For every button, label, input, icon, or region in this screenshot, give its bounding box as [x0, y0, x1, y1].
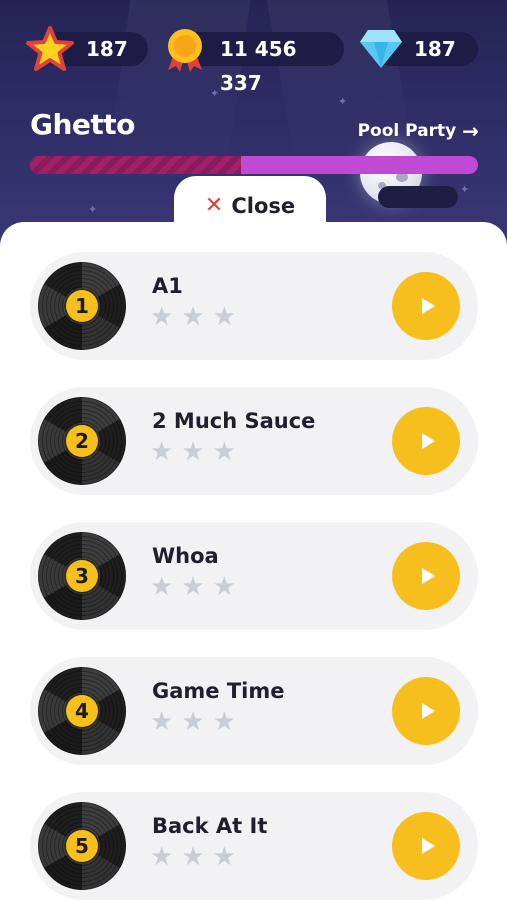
play-button[interactable] [392, 272, 460, 340]
rating-star-icon: ★ [181, 707, 205, 737]
play-icon [421, 568, 435, 584]
rating-star-icon: ★ [150, 437, 174, 467]
play-button[interactable] [392, 677, 460, 745]
rating-star-icon: ★ [150, 707, 174, 737]
next-level-link[interactable]: Pool Party → [358, 121, 479, 141]
play-icon [421, 298, 435, 314]
sky-star-icon: ✦ [460, 183, 470, 196]
song-rating: ★ ★ ★ [150, 439, 236, 465]
rating-star-icon: ★ [150, 302, 174, 332]
song-title: 2 Much Sauce [152, 409, 316, 433]
song-rating: ★ ★ ★ [150, 844, 236, 870]
rating-star-icon: ★ [181, 302, 205, 332]
song-rating: ★ ★ ★ [150, 574, 236, 600]
play-icon [421, 838, 435, 854]
level-screen: ✦ ✦ ✦ ✦ 187 11 456 337 187 Ghetto Pool P… [0, 0, 507, 900]
song-rating: ★ ★ ★ [150, 304, 236, 330]
song-number: 4 [64, 693, 100, 729]
coins-count: 11 456 337 [220, 37, 297, 95]
play-icon [421, 703, 435, 719]
song-number: 3 [64, 558, 100, 594]
star-icon [26, 26, 74, 71]
song-rating: ★ ★ ★ [150, 709, 236, 735]
song-number: 1 [64, 288, 100, 324]
medal-icon [168, 29, 202, 72]
level-progress-bar [30, 156, 478, 174]
rating-star-icon: ★ [212, 437, 236, 467]
song-title: Back At It [152, 814, 268, 838]
vinyl-disc-icon: 5 [38, 802, 126, 890]
song-row[interactable]: 3 Whoa ★ ★ ★ [30, 522, 478, 630]
vinyl-disc-icon: 3 [38, 532, 126, 620]
song-row[interactable]: 4 Game Time ★ ★ ★ [30, 657, 478, 765]
close-icon: ✕ [204, 193, 224, 218]
song-row[interactable]: 1 A1 ★ ★ ★ [30, 252, 478, 360]
song-row[interactable]: 5 Back At It ★ ★ ★ [30, 792, 478, 900]
play-button[interactable] [392, 542, 460, 610]
next-level-label: Pool Party [357, 121, 457, 141]
rating-star-icon: ★ [212, 572, 236, 602]
rating-star-icon: ★ [181, 572, 205, 602]
vinyl-disc-icon: 4 [38, 667, 126, 755]
play-icon [421, 433, 435, 449]
rating-star-icon: ★ [181, 437, 205, 467]
close-button[interactable]: ✕ Close [174, 186, 326, 226]
song-title: Game Time [152, 679, 285, 703]
sky-star-icon: ✦ [210, 87, 220, 100]
vinyl-disc-icon: 1 [38, 262, 126, 350]
level-progress-fill [30, 156, 241, 174]
song-number: 5 [64, 828, 100, 864]
rating-star-icon: ★ [181, 842, 205, 872]
play-button[interactable] [392, 407, 460, 475]
sky-star-icon: ✦ [88, 203, 98, 216]
rating-star-icon: ★ [150, 842, 174, 872]
song-title: Whoa [152, 544, 219, 568]
rating-star-icon: ★ [150, 572, 174, 602]
diamond-icon [360, 30, 402, 68]
song-row[interactable]: 2 2 Much Sauce ★ ★ ★ [30, 387, 478, 495]
song-number: 2 [64, 423, 100, 459]
close-label: Close [231, 194, 296, 218]
arrow-right-icon: → [462, 119, 479, 143]
rating-star-icon: ★ [212, 707, 236, 737]
vinyl-disc-icon: 2 [38, 397, 126, 485]
song-title: A1 [152, 274, 183, 298]
stars-count: 187 [86, 37, 128, 61]
play-button[interactable] [392, 812, 460, 880]
sky-star-icon: ✦ [338, 95, 348, 108]
level-title: Ghetto [30, 108, 135, 141]
rating-star-icon: ★ [212, 842, 236, 872]
gems-count: 187 [414, 37, 456, 61]
rating-star-icon: ★ [212, 302, 236, 332]
cloud-decoration [378, 186, 458, 208]
